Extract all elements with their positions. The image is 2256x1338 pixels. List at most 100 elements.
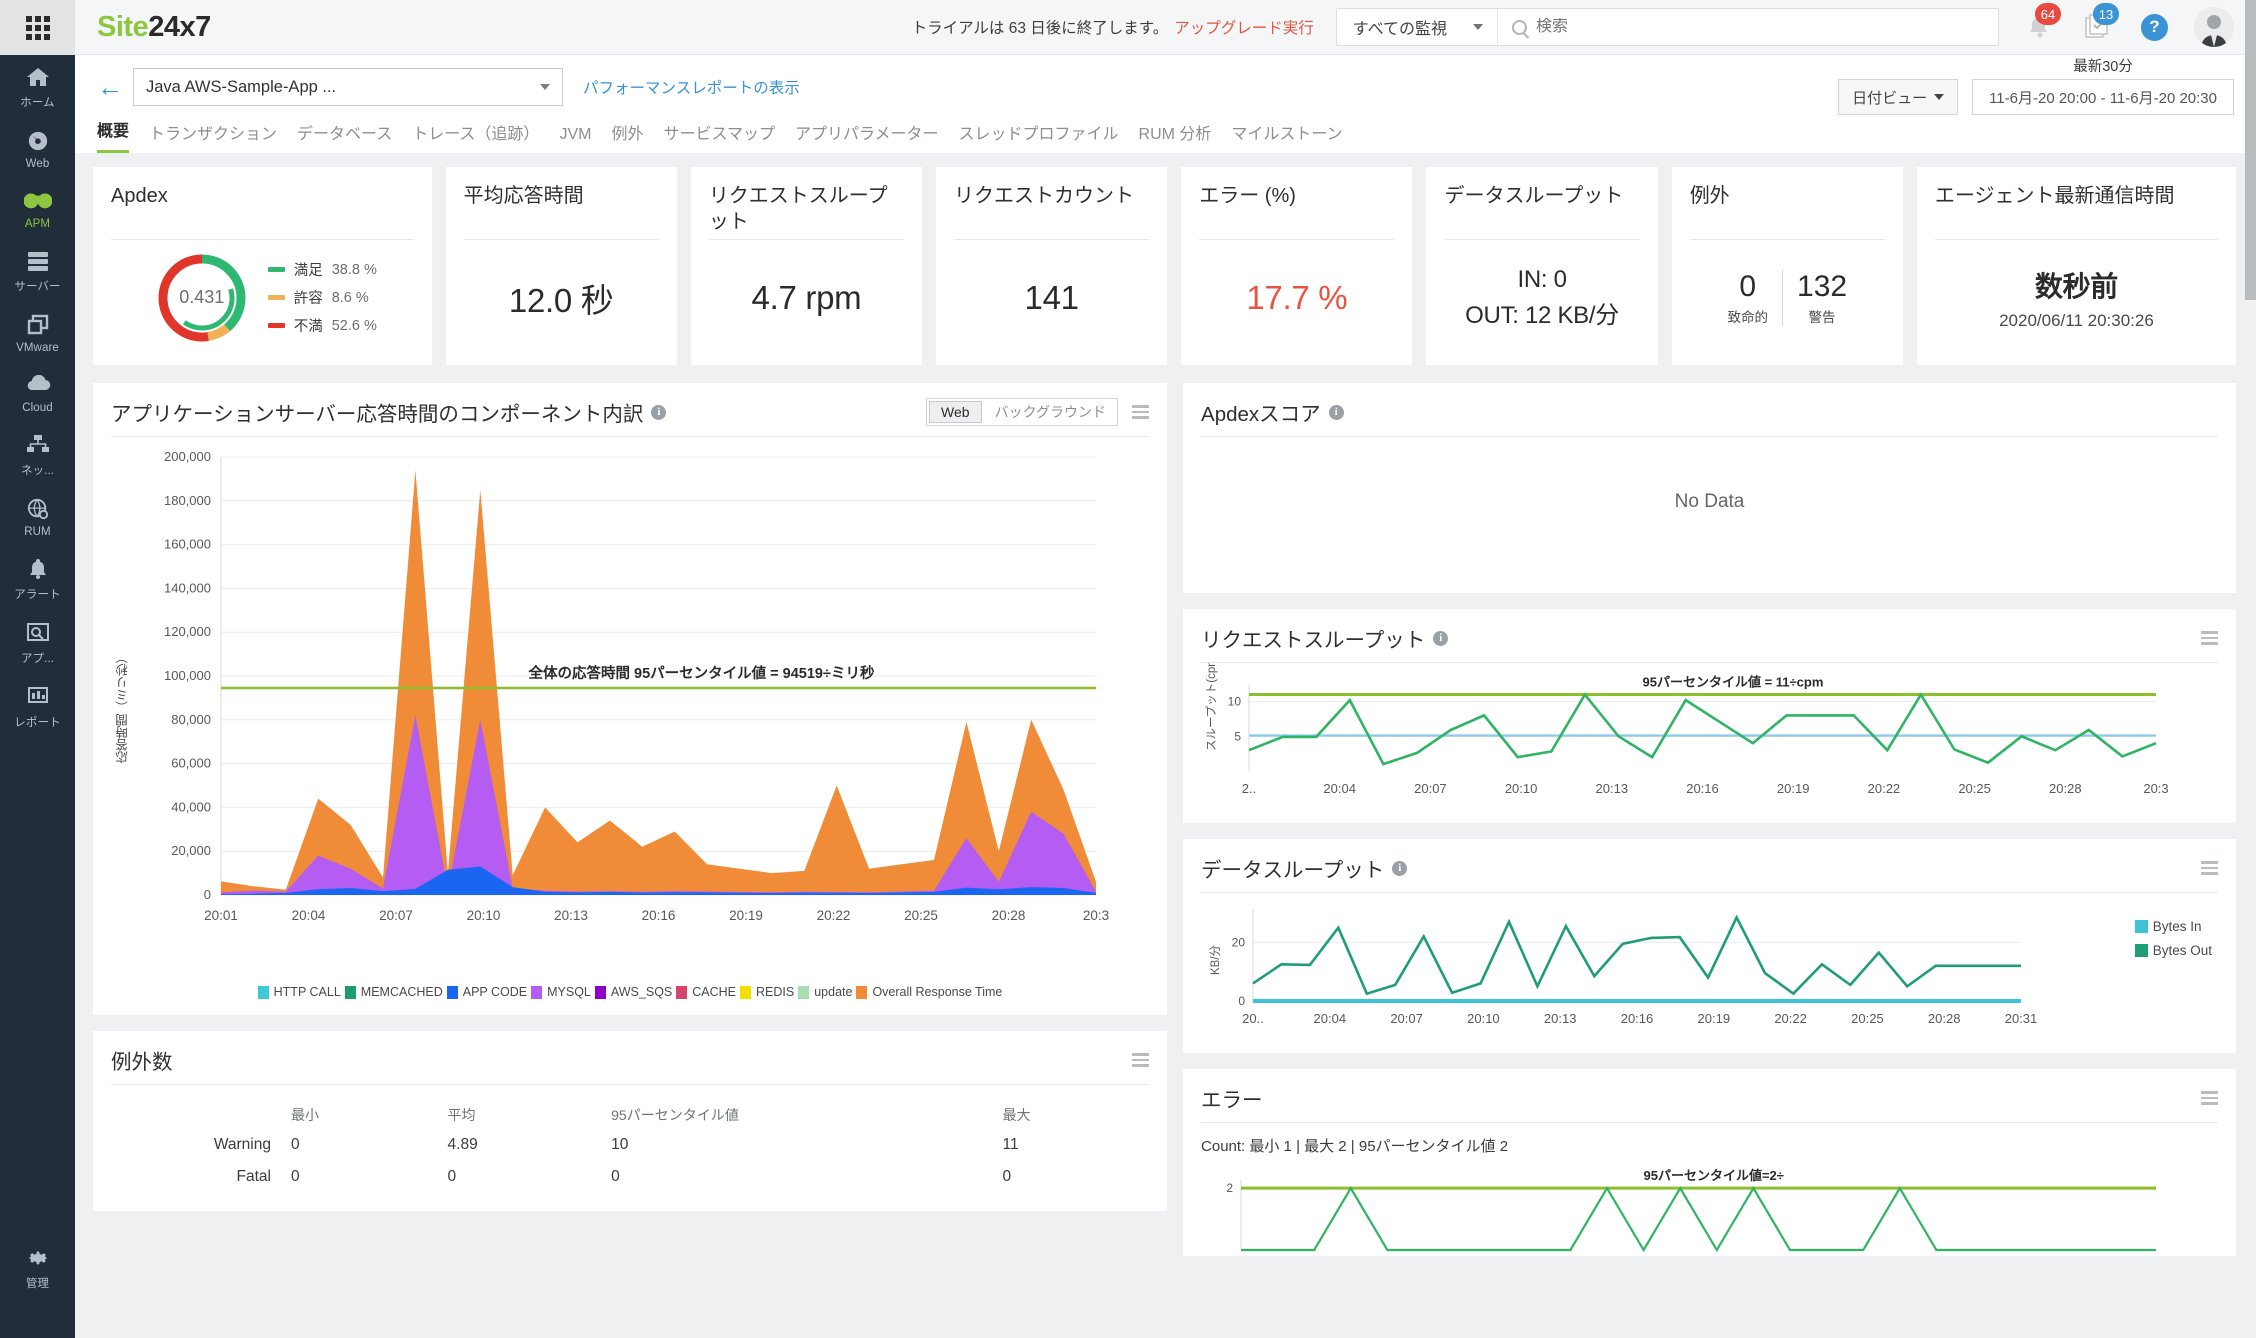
svg-text:20:10: 20:10 bbox=[467, 908, 501, 923]
sidebar-item-apps[interactable]: アプ... bbox=[0, 611, 75, 675]
tab-thread-profile[interactable]: スレッドプロファイル bbox=[959, 120, 1119, 153]
kpi-title-data-throughput: データスループット bbox=[1444, 185, 1624, 207]
legend-swatch bbox=[594, 985, 606, 999]
panels-right-column: Apdexスコア i No Data リクエストスループット i 5 10 95… bbox=[1183, 383, 2236, 1256]
legend-item[interactable]: MYSQL bbox=[531, 985, 591, 999]
sidebar-item-vmware[interactable]: VMware bbox=[0, 303, 75, 363]
kpi-value-agent: 数秒前 bbox=[2034, 270, 2118, 302]
application-selector[interactable]: Java AWS-Sample-App ... bbox=[133, 68, 563, 106]
legend-item[interactable]: HTTP CALL bbox=[257, 985, 341, 999]
sidebar-item-apm[interactable]: APM bbox=[0, 179, 75, 239]
bell-icon bbox=[0, 558, 75, 584]
sidebar-item-alerts[interactable]: アラート bbox=[0, 547, 75, 611]
globe-icon bbox=[0, 130, 75, 156]
sidebar-item-web[interactable]: Web bbox=[0, 119, 75, 179]
sidebar-item-home[interactable]: ホーム bbox=[0, 55, 75, 119]
legend-item-bytes-in: Bytes In bbox=[2134, 919, 2212, 934]
brand-logo[interactable]: Site24x7 bbox=[97, 11, 211, 44]
kpi-card-exceptions: 例外 0 致命的 132 警告 bbox=[1671, 167, 1903, 365]
col-p95: 95パーセンタイル値 bbox=[611, 1107, 739, 1123]
sidebar-item-cloud[interactable]: Cloud bbox=[0, 363, 75, 423]
avatar[interactable] bbox=[2194, 7, 2234, 47]
tab-exceptions[interactable]: 例外 bbox=[611, 120, 643, 153]
search-box[interactable] bbox=[1498, 9, 1998, 45]
tasks-button[interactable]: 13 bbox=[2083, 3, 2119, 44]
svg-text:0: 0 bbox=[204, 887, 211, 902]
sidebar-item-rum[interactable]: RUM bbox=[0, 487, 75, 547]
upgrade-link[interactable]: アップグレード実行 bbox=[1174, 16, 1314, 38]
svg-text:180,000: 180,000 bbox=[164, 493, 211, 508]
performance-report-link[interactable]: パフォーマンスレポートの表示 bbox=[583, 76, 800, 98]
back-arrow-icon[interactable]: ← bbox=[97, 74, 123, 100]
svg-text:20:07: 20:07 bbox=[1390, 1011, 1423, 1026]
exception-fatal-label: 致命的 bbox=[1727, 309, 1769, 325]
svg-text:20:13: 20:13 bbox=[554, 908, 588, 923]
page-scrollbar[interactable] bbox=[2245, 0, 2256, 1338]
legend-value-frustrated: 52.6 % bbox=[331, 317, 377, 334]
legend-swatch bbox=[740, 985, 752, 999]
tab-transactions[interactable]: トランザクション bbox=[149, 120, 277, 153]
svg-text:20:31: 20:31 bbox=[2005, 1011, 2038, 1026]
legend-swatch bbox=[531, 985, 543, 999]
legend-item[interactable]: CACHE bbox=[676, 985, 736, 999]
sidebar-item-reports[interactable]: レポート bbox=[0, 675, 75, 739]
sidebar-item-network[interactable]: ネッ... bbox=[0, 423, 75, 487]
info-icon[interactable]: i bbox=[1392, 860, 1408, 876]
alerts-button[interactable]: 64 bbox=[2025, 3, 2061, 44]
info-icon[interactable]: i bbox=[651, 404, 667, 420]
time-range-value[interactable]: 11-6月-20 20:00 - 11-6月-20 20:30 bbox=[1972, 79, 2234, 115]
panel-menu-icon[interactable] bbox=[1132, 402, 1150, 422]
svg-text:20:19: 20:19 bbox=[1777, 781, 1810, 796]
tab-milestone[interactable]: マイルストーン bbox=[1231, 120, 1342, 153]
sidebar-item-server[interactable]: サーバー bbox=[0, 239, 75, 303]
panel-menu-icon[interactable] bbox=[2201, 628, 2218, 648]
panel-menu-icon[interactable] bbox=[2201, 1088, 2218, 1108]
legend-item[interactable]: AWS_SQS bbox=[594, 985, 672, 999]
tab-rum-analysis[interactable]: RUM 分析 bbox=[1139, 120, 1212, 153]
kpi-value-throughput: 4.7 rpm bbox=[751, 278, 862, 316]
info-icon[interactable]: i bbox=[1328, 404, 1344, 420]
svg-text:20:07: 20:07 bbox=[379, 908, 413, 923]
legend-label-satisfied: 満足 bbox=[293, 263, 323, 279]
grid-icon bbox=[25, 15, 50, 40]
search-input[interactable] bbox=[1536, 18, 1984, 36]
tab-jvm[interactable]: JVM bbox=[559, 126, 591, 153]
cell-fatal-avg: 0 bbox=[447, 1168, 457, 1185]
panel-errors: エラー Count: 最小 1 | 最大 2 | 95パーセンタイル値 2 2 9… bbox=[1183, 1069, 2236, 1256]
col-min: 最小 bbox=[291, 1107, 319, 1123]
panel-menu-icon[interactable] bbox=[1132, 1050, 1150, 1070]
col-max: 最大 bbox=[1002, 1107, 1031, 1123]
monitor-filter-dropdown[interactable]: すべての監視 bbox=[1337, 9, 1498, 45]
toggle-background[interactable]: バックグラウンド bbox=[984, 399, 1117, 425]
sidebar-label-rum: RUM bbox=[24, 526, 51, 538]
tab-service-map[interactable]: サービスマップ bbox=[663, 120, 775, 153]
sidebar-item-admin[interactable]: 管理 bbox=[0, 1236, 75, 1300]
legend-item[interactable]: APP CODE bbox=[446, 985, 527, 999]
cell-warning-p95: 10 bbox=[611, 1136, 629, 1153]
legend-item[interactable]: REDIS bbox=[740, 985, 794, 999]
tab-overview[interactable]: 概要 bbox=[97, 117, 130, 153]
help-button[interactable]: ? bbox=[2141, 13, 2168, 41]
sidebar-label-cloud: Cloud bbox=[22, 402, 53, 414]
chart-request-throughput: 5 10 95パーセンタイル値 = 11÷cpm スループット(cpm) 2.. 20:0… bbox=[1201, 663, 2218, 813]
legend-item[interactable]: Overall Response Time bbox=[856, 985, 1002, 999]
exception-fatal-value: 0 bbox=[1739, 269, 1757, 303]
legend-item[interactable]: MEMCACHED bbox=[344, 985, 443, 999]
toggle-web[interactable]: Web bbox=[929, 401, 982, 423]
chart-component-breakdown: 応答時間（ミリ秒） 0 20,000 40,000 60,000 80,000 100,0… bbox=[111, 437, 1149, 977]
tab-app-parameters[interactable]: アプリパラメーター bbox=[795, 120, 939, 153]
info-icon[interactable]: i bbox=[1433, 630, 1449, 646]
panel-menu-icon[interactable] bbox=[2201, 858, 2218, 878]
tab-database[interactable]: データベース bbox=[297, 120, 392, 153]
legend-swatch bbox=[676, 985, 688, 999]
svg-text:20,000: 20,000 bbox=[171, 843, 211, 858]
tab-traces[interactable]: トレース（追跡） bbox=[412, 120, 539, 153]
scrollbar-thumb[interactable] bbox=[2245, 0, 2256, 300]
sidebar-label-server: サーバー bbox=[14, 281, 61, 293]
svg-text:20:10: 20:10 bbox=[1505, 781, 1538, 796]
date-view-dropdown[interactable]: 日付ビュー bbox=[1838, 79, 1959, 115]
legend-item[interactable]: update bbox=[798, 985, 852, 999]
app-launcher-button[interactable] bbox=[0, 0, 75, 55]
legend-swatch bbox=[257, 985, 269, 999]
chevron-down-icon bbox=[1934, 94, 1945, 100]
